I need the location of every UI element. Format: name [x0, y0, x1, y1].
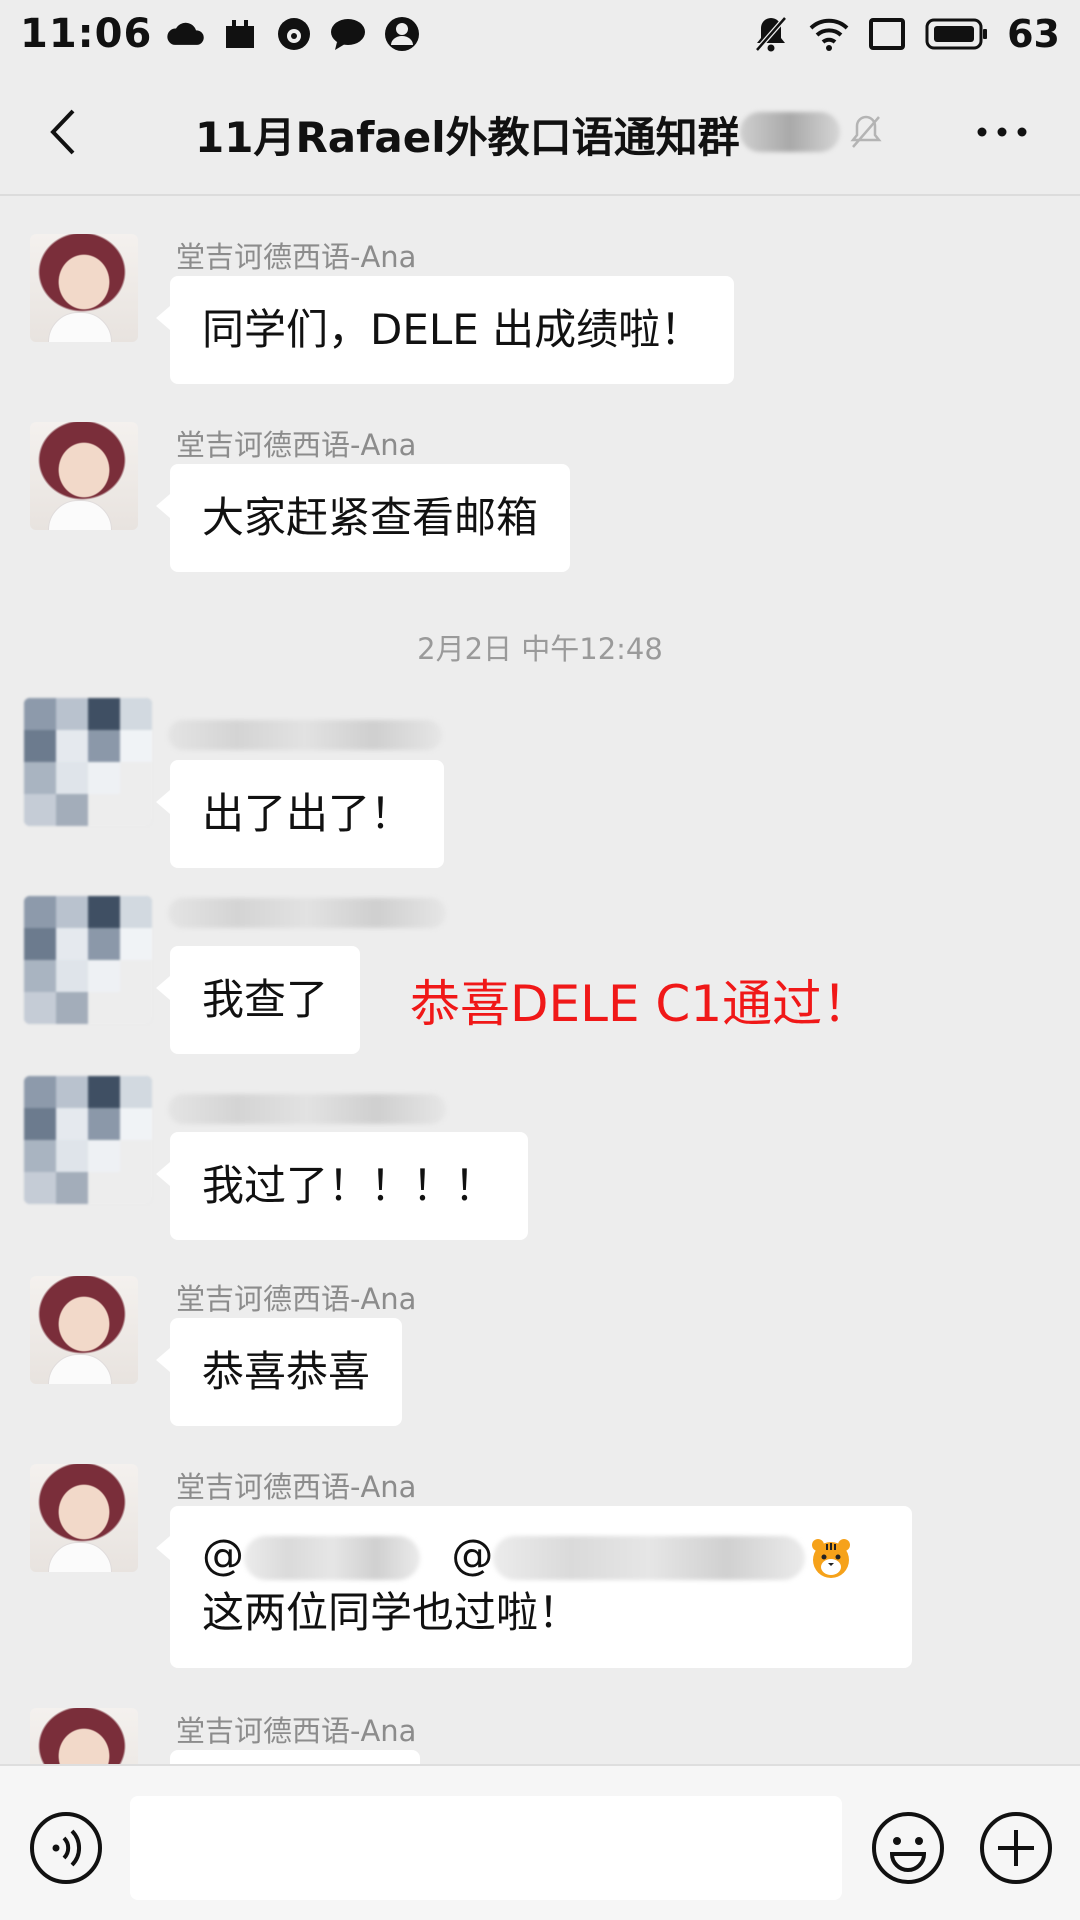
mention-at: @	[451, 1530, 494, 1579]
emoji-icon	[872, 1812, 944, 1884]
voice-icon	[30, 1812, 102, 1884]
more-icon	[977, 127, 1027, 137]
message-bubble[interactable]: 恭喜恭喜	[155, 1318, 403, 1426]
more-functions-button[interactable]	[978, 1810, 1054, 1886]
sender-name: 堂吉诃德西语-Ana	[176, 1714, 417, 1748]
back-button[interactable]	[30, 100, 94, 164]
wifi-icon	[809, 14, 849, 54]
account-icon	[382, 14, 422, 54]
voice-button[interactable]	[28, 1810, 104, 1886]
sender-name-redacted	[168, 1094, 446, 1124]
calendar-icon	[220, 14, 260, 54]
member-count-redacted	[740, 112, 840, 152]
avatar[interactable]	[24, 698, 152, 826]
avatar[interactable]	[30, 1464, 138, 1572]
chat-area[interactable]: 堂吉诃德西语-Ana 同学们，DELE 出成绩啦！ 堂吉诃德西语-Ana 大家赶…	[0, 196, 1080, 1764]
mention-name-redacted	[244, 1535, 420, 1580]
battery-icon	[925, 14, 989, 54]
annotation-text: 恭喜DELE C1通过！	[410, 975, 873, 1033]
message-bubble[interactable]: 我查了	[155, 946, 361, 1054]
message-bubble[interactable]: 大家赶紧查看邮箱	[155, 464, 571, 572]
avatar[interactable]	[24, 896, 152, 1024]
tiger-emoji-icon	[812, 1538, 851, 1578]
sender-name: 堂吉诃德西语-Ana	[176, 1470, 417, 1504]
cloud-icon	[166, 14, 206, 54]
message-bubble[interactable]: 我过了！！！！	[155, 1132, 529, 1240]
message-bubble[interactable]: 出了出了！	[155, 760, 445, 868]
chat-timestamp: 2月2日 中午12:48	[417, 632, 663, 666]
avatar[interactable]	[30, 1708, 138, 1764]
message-bubble[interactable]: @ @ 这两位同学也过啦！	[156, 1506, 912, 1668]
back-arrow-icon	[50, 109, 75, 155]
message-bubble[interactable]	[170, 1750, 420, 1764]
notifications-off-icon	[751, 14, 791, 54]
sender-name-redacted	[168, 898, 446, 928]
more-button[interactable]	[970, 108, 1034, 156]
mention-name-redacted	[493, 1535, 806, 1580]
message-text: 这两位同学也过啦！	[202, 1588, 581, 1637]
title-bar: 11月Rafael外教口语通知群	[0, 68, 1080, 196]
battery-level: 63	[1007, 12, 1060, 56]
avatar[interactable]	[30, 1276, 138, 1384]
weibo-icon	[274, 14, 314, 54]
status-bar: 11:06 63	[0, 0, 1080, 68]
sender-name-redacted	[168, 720, 442, 750]
page-title: 11月Rafael外教口语通知群	[195, 113, 740, 162]
chat-bubble-icon	[328, 14, 368, 54]
sender-name: 堂吉诃德西语-Ana	[176, 1282, 417, 1316]
plus-icon	[980, 1812, 1052, 1884]
sender-name: 堂吉诃德西语-Ana	[176, 240, 417, 274]
mention-line: @ @	[202, 1526, 880, 1584]
message-bubble[interactable]: 同学们，DELE 出成绩啦！	[155, 276, 735, 384]
avatar[interactable]	[30, 234, 138, 342]
mute-bell-icon	[846, 112, 886, 152]
status-time: 11:06	[20, 11, 153, 57]
message-input[interactable]	[130, 1796, 842, 1900]
sim-icon	[867, 14, 907, 54]
avatar[interactable]	[24, 1076, 152, 1204]
input-bar	[0, 1764, 1080, 1920]
mention-at: @	[202, 1530, 244, 1579]
sender-name: 堂吉诃德西语-Ana	[176, 428, 417, 462]
emoji-button[interactable]	[870, 1810, 946, 1886]
avatar[interactable]	[30, 422, 138, 530]
